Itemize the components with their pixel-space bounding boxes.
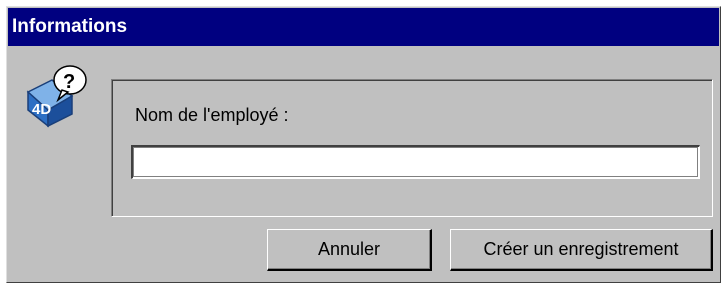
employee-name-input[interactable] xyxy=(131,145,700,179)
svg-text:4D: 4D xyxy=(32,101,51,118)
svg-text:?: ? xyxy=(63,71,75,93)
group-box-inner: Nom de l'employé : xyxy=(112,80,712,216)
create-record-button[interactable]: Créer un enregistrement xyxy=(450,229,713,271)
dialog-window: Informations 4D ? Nom de l'employé : Ann… xyxy=(6,6,721,283)
employee-group-box: Nom de l'employé : xyxy=(111,79,713,217)
cancel-button[interactable]: Annuler xyxy=(267,229,432,271)
4d-help-icon: 4D ? xyxy=(22,62,90,130)
window-title: Informations xyxy=(12,16,128,37)
title-bar[interactable]: Informations xyxy=(8,8,719,46)
employee-name-label: Nom de l'employé : xyxy=(135,105,289,125)
